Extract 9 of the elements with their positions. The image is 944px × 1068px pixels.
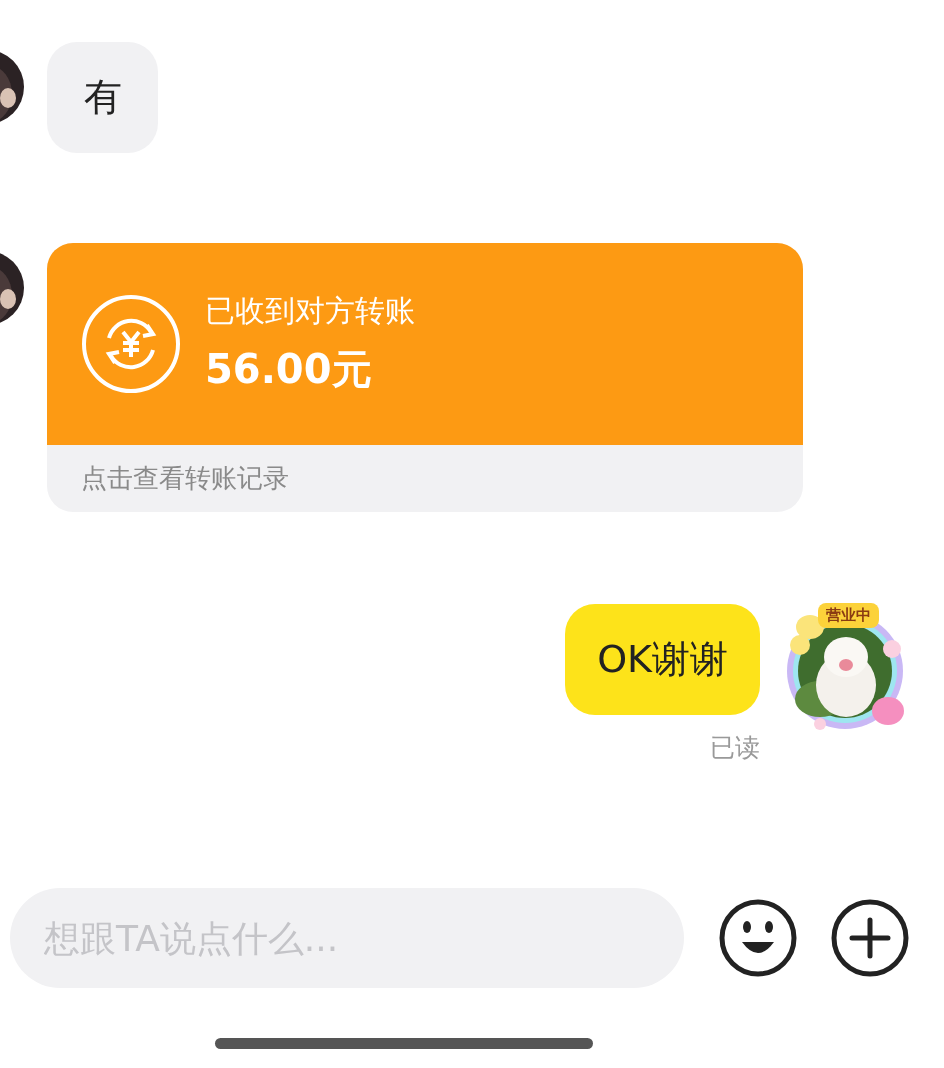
read-status: 已读 bbox=[710, 732, 760, 764]
status-badge: 营业中 bbox=[818, 603, 879, 628]
smiley-icon[interactable] bbox=[718, 898, 798, 978]
transfer-status: 已收到对方转账 bbox=[205, 292, 415, 330]
plus-icon[interactable] bbox=[830, 898, 910, 978]
yuan-exchange-icon bbox=[81, 294, 181, 394]
message-bubble[interactable]: 有 bbox=[47, 42, 158, 153]
message-bubble[interactable]: OK谢谢 bbox=[565, 604, 760, 715]
transfer-amount: 56.00元 bbox=[205, 345, 373, 394]
